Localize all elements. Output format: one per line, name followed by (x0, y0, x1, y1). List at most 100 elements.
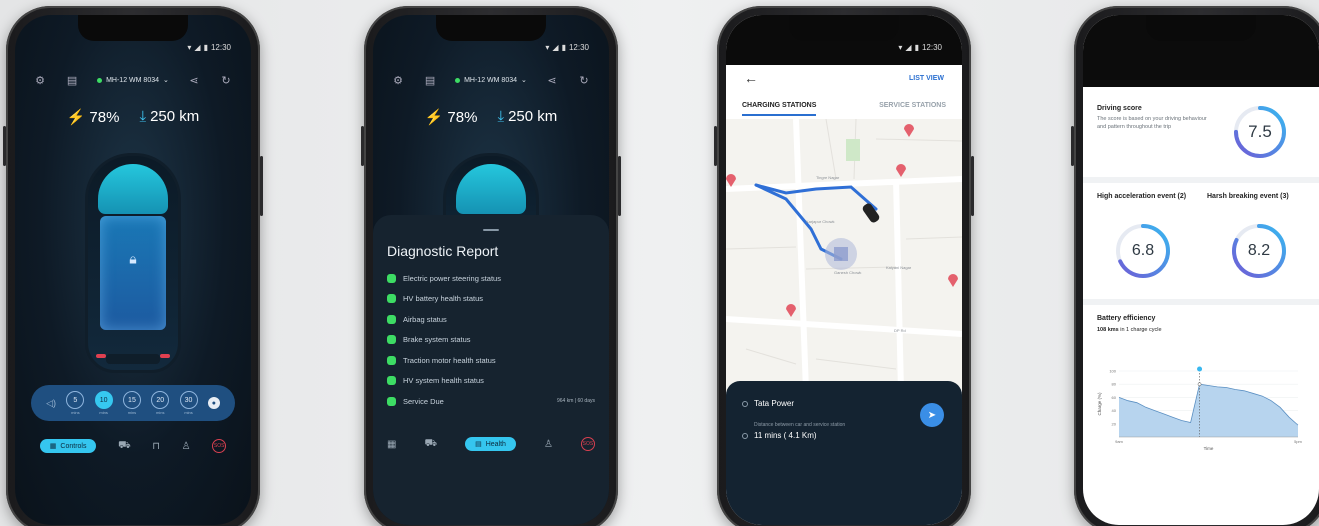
diag-label: Brake system status (403, 335, 471, 345)
tail-light-right (160, 354, 170, 358)
top-bar: ⚙ ▤ MH-12 WM 8034 ⌄ ⋖ ↻ (33, 73, 233, 87)
map-view[interactable]: Ganesh Chowk DP Rd Kalyani Nagar Karjapu… (726, 119, 962, 391)
duration-unit: mins (99, 410, 108, 415)
nav-sos-icon[interactable]: SOS (212, 439, 227, 453)
notes-icon[interactable]: ▤ (65, 73, 79, 87)
accel-section: High acceleration event (2) (1097, 193, 1187, 203)
data-point (1197, 382, 1202, 387)
power-toggle[interactable]: ● (207, 397, 220, 409)
vehicle-number: MH-12 WM 8034 (464, 76, 517, 84)
battery-icon: ▮ (203, 43, 208, 52)
battery-km: 108 kms (1097, 327, 1119, 333)
share-icon[interactable]: ⋖ (545, 73, 559, 87)
brake-title: Harsh breaking event (3) (1207, 193, 1289, 200)
health-screen: ▾ ◢ ▮ 12:30 ⚙ ▤ MH-12 WM 8034 ⌄ ⋖ ↻ ⚡ 78%… (373, 15, 609, 525)
map-label: Ganesh Chowk (834, 270, 861, 275)
tab-service-stations[interactable]: SERVICE STATIONS (879, 102, 946, 116)
y-axis-label: Charge (%) (1097, 392, 1102, 416)
settings-icon[interactable]: ⚙ (391, 73, 405, 87)
controls-screen: ▾ ◢ ▮ 12:30 ⚙ ▤ MH-12 WM 8034 ⌄ ⋖ ↻ ⚡ 78%… (15, 15, 251, 525)
driving-score-desc: The score is based on your driving behav… (1097, 116, 1207, 131)
diag-item[interactable]: Electric power steering status (387, 268, 595, 289)
map-label: Tingre Nagar (816, 175, 840, 180)
nav-car-icon[interactable]: ⛟ (118, 440, 131, 453)
diag-item[interactable]: HV system health status (387, 371, 595, 392)
navigate-button[interactable]: ➤ (920, 403, 944, 427)
driving-score-value: 7.5 (1248, 122, 1272, 141)
online-dot (97, 77, 103, 83)
diag-label: Traction motor health status (403, 355, 496, 365)
sheet-handle[interactable] (483, 229, 499, 231)
tail-light-left (96, 354, 106, 358)
car-windshield (98, 164, 168, 214)
back-arrow-icon[interactable]: ← (744, 70, 758, 86)
battery-subtitle: 108 kms in 1 charge cycle (1097, 327, 1305, 333)
battery-icon: ▮ (561, 43, 566, 52)
accel-gauge: 6.8 (1113, 221, 1173, 281)
notes-icon[interactable]: ▤ (423, 73, 437, 87)
battery-icon: ▮ (914, 43, 919, 52)
diag-item[interactable]: Traction motor health status (387, 350, 595, 371)
phone-controls: ▾ ◢ ▮ 12:30 ⚙ ▤ MH-12 WM 8034 ⌄ ⋖ ↻ ⚡ 78%… (3, 6, 263, 526)
bolt-icon: ⚡ (424, 109, 444, 126)
duration-option[interactable]: 20 mins (151, 391, 170, 415)
notch (78, 15, 188, 41)
range-icon: ⤓ (139, 108, 147, 125)
accel-score-value: 6.8 (1131, 242, 1155, 259)
car-windshield (456, 164, 526, 214)
nav-controls-label: Controls (60, 442, 87, 450)
navigate-arrow-icon: ➤ (927, 409, 937, 421)
y-tick-label: 100 (1109, 369, 1116, 374)
nav-grid-icon[interactable]: ▦ (387, 439, 396, 450)
eta-value: 11 mins ( 4.1 Km) (754, 431, 817, 440)
diag-item[interactable]: Airbag status (387, 309, 595, 330)
nav-controls[interactable]: ▦ Controls (39, 439, 97, 453)
refresh-icon[interactable]: ↻ (577, 73, 591, 87)
battery-title: Battery efficiency (1097, 315, 1156, 322)
vehicle-selector[interactable]: MH-12 WM 8034 ⌄ (97, 76, 169, 84)
nav-lock-icon[interactable]: ⊓ (152, 441, 160, 452)
duration-value: 20 (151, 391, 170, 409)
lock-icon[interactable]: 🔒︎ (129, 250, 136, 267)
status-bar: ▾ ◢ ▮ 12:30 (898, 43, 942, 52)
station-row[interactable]: Tata Power (742, 399, 946, 408)
y-tick-label: 40 (1112, 408, 1117, 413)
diag-label: Airbag status (403, 314, 447, 324)
tab-charging-stations[interactable]: CHARGING STATIONS (742, 102, 817, 116)
share-icon[interactable]: ⋖ (187, 73, 201, 87)
battery-chart: 20 40 60 80 100 9am 5pm Time Charge (%) (1093, 365, 1308, 455)
charge-marker-icon (1197, 366, 1203, 372)
nav-health[interactable]: ▤ Health (465, 437, 516, 451)
nav-profile-icon[interactable]: ♙ (544, 439, 553, 450)
range-value: 250 km (508, 108, 558, 125)
duration-option[interactable]: 15 mins (122, 391, 141, 415)
duration-value: 15 (122, 391, 141, 409)
battery-section: Battery efficiency 108 kms in 1 charge c… (1097, 315, 1305, 333)
nav-profile-icon[interactable]: ♙ (182, 441, 191, 452)
report-title: Diagnostic Report (387, 243, 499, 259)
diag-item-service[interactable]: Service Due 964 km | 60 days (387, 391, 595, 412)
duration-option-selected[interactable]: 10 mins (94, 391, 113, 415)
duration-option[interactable]: 30 mins (179, 391, 198, 415)
list-view-link[interactable]: LIST VIEW (909, 75, 944, 82)
score-screen: Driving score The score is based on your… (1083, 15, 1319, 525)
nav-car-icon[interactable]: ⛟ (424, 438, 437, 451)
diag-label: Service Due (403, 396, 444, 406)
brake-score-value: 8.2 (1247, 242, 1271, 259)
settings-icon[interactable]: ⚙ (33, 73, 47, 87)
chevron-down-icon: ⌄ (163, 77, 169, 84)
bottom-nav: ▦ Controls ⛟ ⊓ ♙ SOS (29, 435, 237, 457)
nav-sos-icon[interactable]: SOS (580, 437, 595, 451)
duration-unit: mins (127, 410, 137, 415)
chevron-down-icon: ⌄ (521, 77, 527, 84)
duration-unit: mins (71, 410, 80, 415)
signal-icon: ◢ (552, 43, 559, 52)
vehicle-selector[interactable]: MH-12 WM 8034 ⌄ (455, 76, 527, 84)
diag-item[interactable]: HV battery health status (387, 289, 595, 310)
refresh-icon[interactable]: ↻ (219, 73, 233, 87)
check-icon (387, 314, 396, 324)
duration-option[interactable]: 5 mins (66, 391, 85, 415)
duration-unit: mins (184, 410, 193, 415)
top-bar: ⚙ ▤ MH-12 WM 8034 ⌄ ⋖ ↻ (391, 73, 591, 87)
diag-item[interactable]: Brake system status (387, 330, 595, 351)
